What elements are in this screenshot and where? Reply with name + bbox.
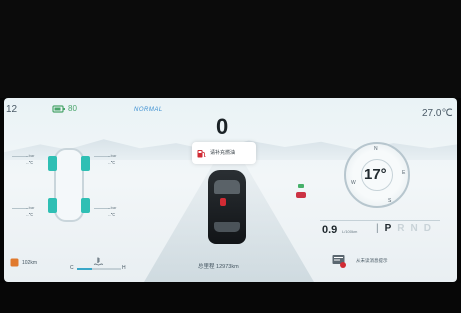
- tire-diagram-car: [54, 148, 84, 222]
- gauge-hot-label: H: [122, 265, 126, 271]
- rear-window: [214, 222, 240, 232]
- tire-fl-temp: --℃: [26, 160, 34, 165]
- compass-south: S: [388, 198, 392, 204]
- gear-d: D: [423, 223, 431, 234]
- compass-east: E: [402, 170, 406, 176]
- gear-separator: |: [376, 223, 379, 234]
- state-of-charge: 80: [68, 104, 77, 113]
- divider: [320, 220, 440, 221]
- tire-front-right: [81, 156, 90, 171]
- speedometer-value: 0: [216, 114, 229, 139]
- outside-temperature: 27.0℃: [422, 108, 453, 119]
- gear-n: N: [410, 223, 418, 234]
- seatbelt-warning-icon: [220, 198, 226, 206]
- dashboard-top-bezel: [0, 0, 461, 98]
- ego-vehicle: [208, 170, 246, 244]
- tire-front-left: [48, 156, 57, 171]
- tire-fl-pressure: --bar: [26, 153, 35, 158]
- fuel-consumption-unit: L/100km: [342, 229, 358, 234]
- message-text: 从未读消息提示: [356, 258, 388, 263]
- lane-indicator: [298, 184, 304, 188]
- gear-selector: | P R N D: [376, 223, 431, 234]
- message-notification-icon: [332, 255, 346, 268]
- gear-r: R: [397, 223, 405, 234]
- fuel-consumption-value: 0.9: [322, 224, 338, 236]
- compass-west: W: [351, 180, 356, 186]
- fuel-alert-text: 请补充燃油: [210, 150, 236, 156]
- coolant-gauge-fill: [77, 268, 93, 270]
- drive-mode: NORMAL: [134, 107, 163, 113]
- tire-rear-left: [48, 198, 57, 213]
- vehicle-ahead-icon: [296, 192, 306, 198]
- gear-p: P: [384, 223, 392, 234]
- tire-fr-temp: --℃: [108, 160, 116, 165]
- odometer: 总里程 12973km: [198, 264, 239, 270]
- tire-rr-pressure: --bar: [108, 205, 117, 210]
- battery-icon: [52, 105, 65, 113]
- compass-dial: N W E S 17°: [344, 142, 410, 208]
- tire-rear-right: [81, 198, 90, 213]
- tire-fr-pressure: --bar: [108, 153, 117, 158]
- fuel-alert-popup: 请补充燃油: [192, 142, 256, 164]
- instrument-cluster-screen: 12 80 NORMAL 0 27.0℃ --bar --℃ --bar --℃…: [4, 98, 457, 282]
- coolant-temp-icon: [93, 257, 103, 266]
- fuel-range-icon: [10, 258, 19, 267]
- tire-rl-temp: --℃: [26, 212, 34, 217]
- dashboard-bottom-bezel: [0, 283, 461, 313]
- tire-rl-pressure: --bar: [26, 205, 35, 210]
- clock-time: 12: [6, 104, 18, 115]
- remaining-range: 102km: [22, 260, 38, 266]
- gauge-cold-label: C: [70, 265, 74, 271]
- fuel-pump-icon: [197, 150, 206, 158]
- cabin-temperature: 17°: [364, 166, 387, 183]
- tire-rr-temp: --℃: [108, 212, 116, 217]
- compass-north: N: [374, 146, 378, 152]
- windshield: [214, 180, 240, 194]
